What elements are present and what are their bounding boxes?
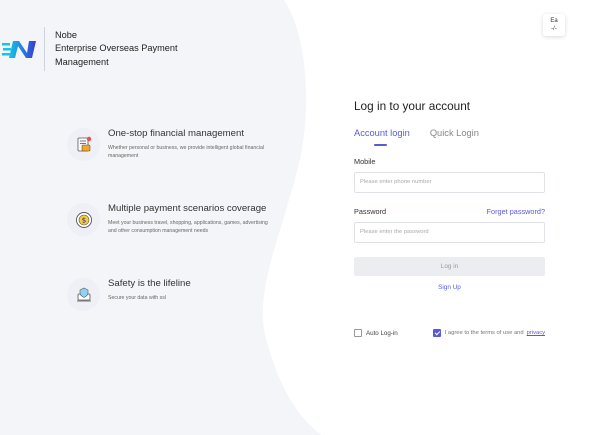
password-label: Password	[354, 207, 387, 216]
language-label: Ea	[550, 18, 558, 24]
sign-up-link[interactable]: Sign Up	[354, 284, 545, 291]
auto-login-option[interactable]: Auto Log-in	[354, 329, 398, 337]
password-input[interactable]: Please enter the password	[354, 222, 545, 243]
dollar-coin-icon: $	[67, 203, 100, 236]
tab-account-login[interactable]: Account login	[354, 128, 410, 146]
feature-item: Safety is the lifeline Secure your data …	[67, 278, 307, 311]
terms-checkbox[interactable]	[432, 329, 441, 337]
document-card-icon	[67, 128, 100, 161]
feature-body: One-stop financial management Whether pe…	[108, 128, 268, 161]
forgot-password-link[interactable]: Forget password?	[487, 207, 545, 216]
feature-item: $ Multiple payment scenarios coverage Me…	[67, 203, 307, 236]
feature-body: Safety is the lifeline Secure your data …	[108, 278, 268, 311]
feature-description: Whether personal or business, we provide…	[108, 145, 265, 160]
privacy-link[interactable]: privacy	[527, 330, 545, 336]
brand-line-2: Enterprise Overseas Payment	[55, 43, 178, 54]
brand-line-1: Nobe	[55, 29, 77, 40]
language-switch-button[interactable]: Ea -/-	[543, 14, 565, 36]
feature-title: Safety is the lifeline	[108, 278, 191, 289]
svg-text:$: $	[81, 216, 85, 224]
brand-header: Nobe Enterprise Overseas Payment Managem…	[0, 26, 178, 72]
brand-name: Nobe Enterprise Overseas Payment Managem…	[55, 29, 178, 70]
password-label-row: Password Forget password?	[354, 207, 545, 216]
brand-logo-icon	[2, 41, 36, 58]
terms-option[interactable]: I agree to the terms of use and privacy	[432, 329, 545, 337]
login-form: Log in to your account Account login Qui…	[354, 99, 545, 291]
login-options: Auto Log-in I agree to the terms of use …	[354, 329, 545, 337]
language-sub-label: -/-	[551, 26, 557, 32]
feature-description: Meet your business travel, shopping, app…	[108, 220, 268, 235]
shield-laptop-icon	[67, 278, 100, 311]
feature-title: One-stop financial management	[108, 128, 244, 139]
brand-divider	[44, 27, 45, 71]
tab-quick-login[interactable]: Quick Login	[430, 128, 479, 146]
login-tabs: Account login Quick Login	[354, 128, 545, 146]
mobile-label: Mobile	[354, 157, 376, 166]
mobile-input[interactable]: Please enter phone number	[354, 172, 545, 193]
feature-body: Multiple payment scenarios coverage Meet…	[108, 203, 268, 236]
terms-label: I agree to the terms of use and	[444, 330, 524, 336]
feature-description: Secure your data with ssl	[108, 295, 166, 301]
login-title: Log in to your account	[354, 99, 471, 113]
mobile-label-row: Mobile	[354, 157, 545, 166]
auto-login-checkbox[interactable]	[354, 329, 362, 337]
feature-item: One-stop financial management Whether pe…	[67, 128, 307, 161]
brand-line-3: Management	[55, 56, 109, 67]
login-button[interactable]: Log in	[354, 257, 545, 276]
auto-login-label: Auto Log-in	[366, 329, 398, 337]
feature-title: Multiple payment scenarios coverage	[108, 203, 267, 214]
